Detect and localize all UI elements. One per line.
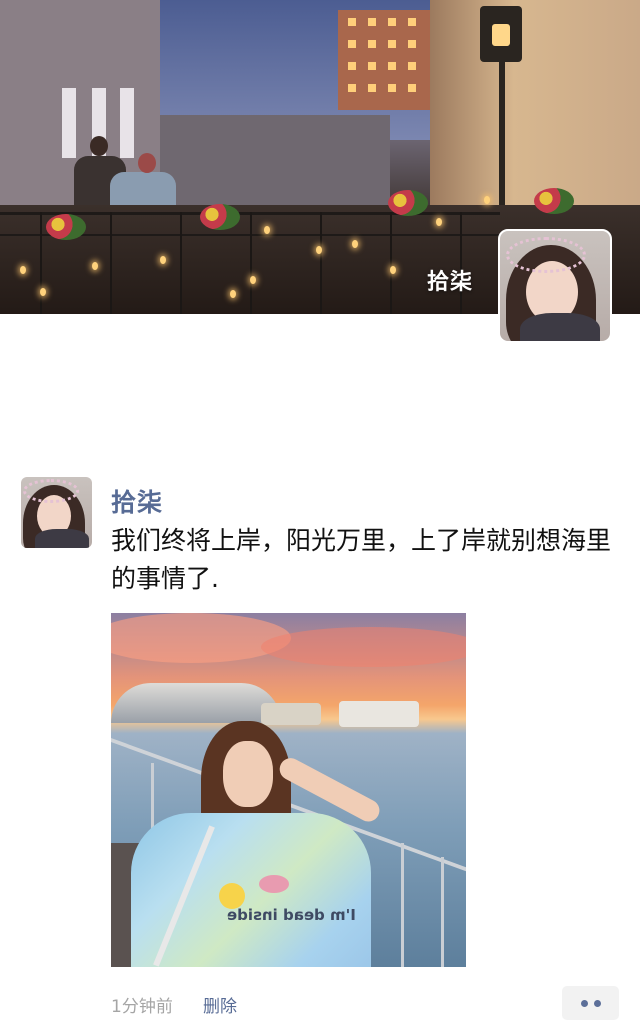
delete-button[interactable]: 删除	[203, 992, 237, 1017]
more-dots-icon	[593, 999, 601, 1007]
post-author-name[interactable]: 拾柒	[111, 483, 163, 519]
more-dots-icon	[580, 999, 588, 1007]
cover-user-name: 拾柒	[426, 270, 473, 295]
profile-avatar[interactable]	[498, 229, 612, 343]
post-photo[interactable]: I'm dead inside	[111, 613, 466, 967]
shirt-print-text: I'm dead inside	[227, 906, 356, 924]
post-text: 我们终将上岸，阳光万里，上了岸就别想海里的事情了.	[111, 526, 612, 593]
more-options-button[interactable]	[562, 986, 619, 1020]
post-avatar[interactable]	[21, 477, 92, 548]
post-timestamp: 1分钟前	[111, 997, 173, 1017]
dolphin-print-icon	[259, 875, 289, 893]
